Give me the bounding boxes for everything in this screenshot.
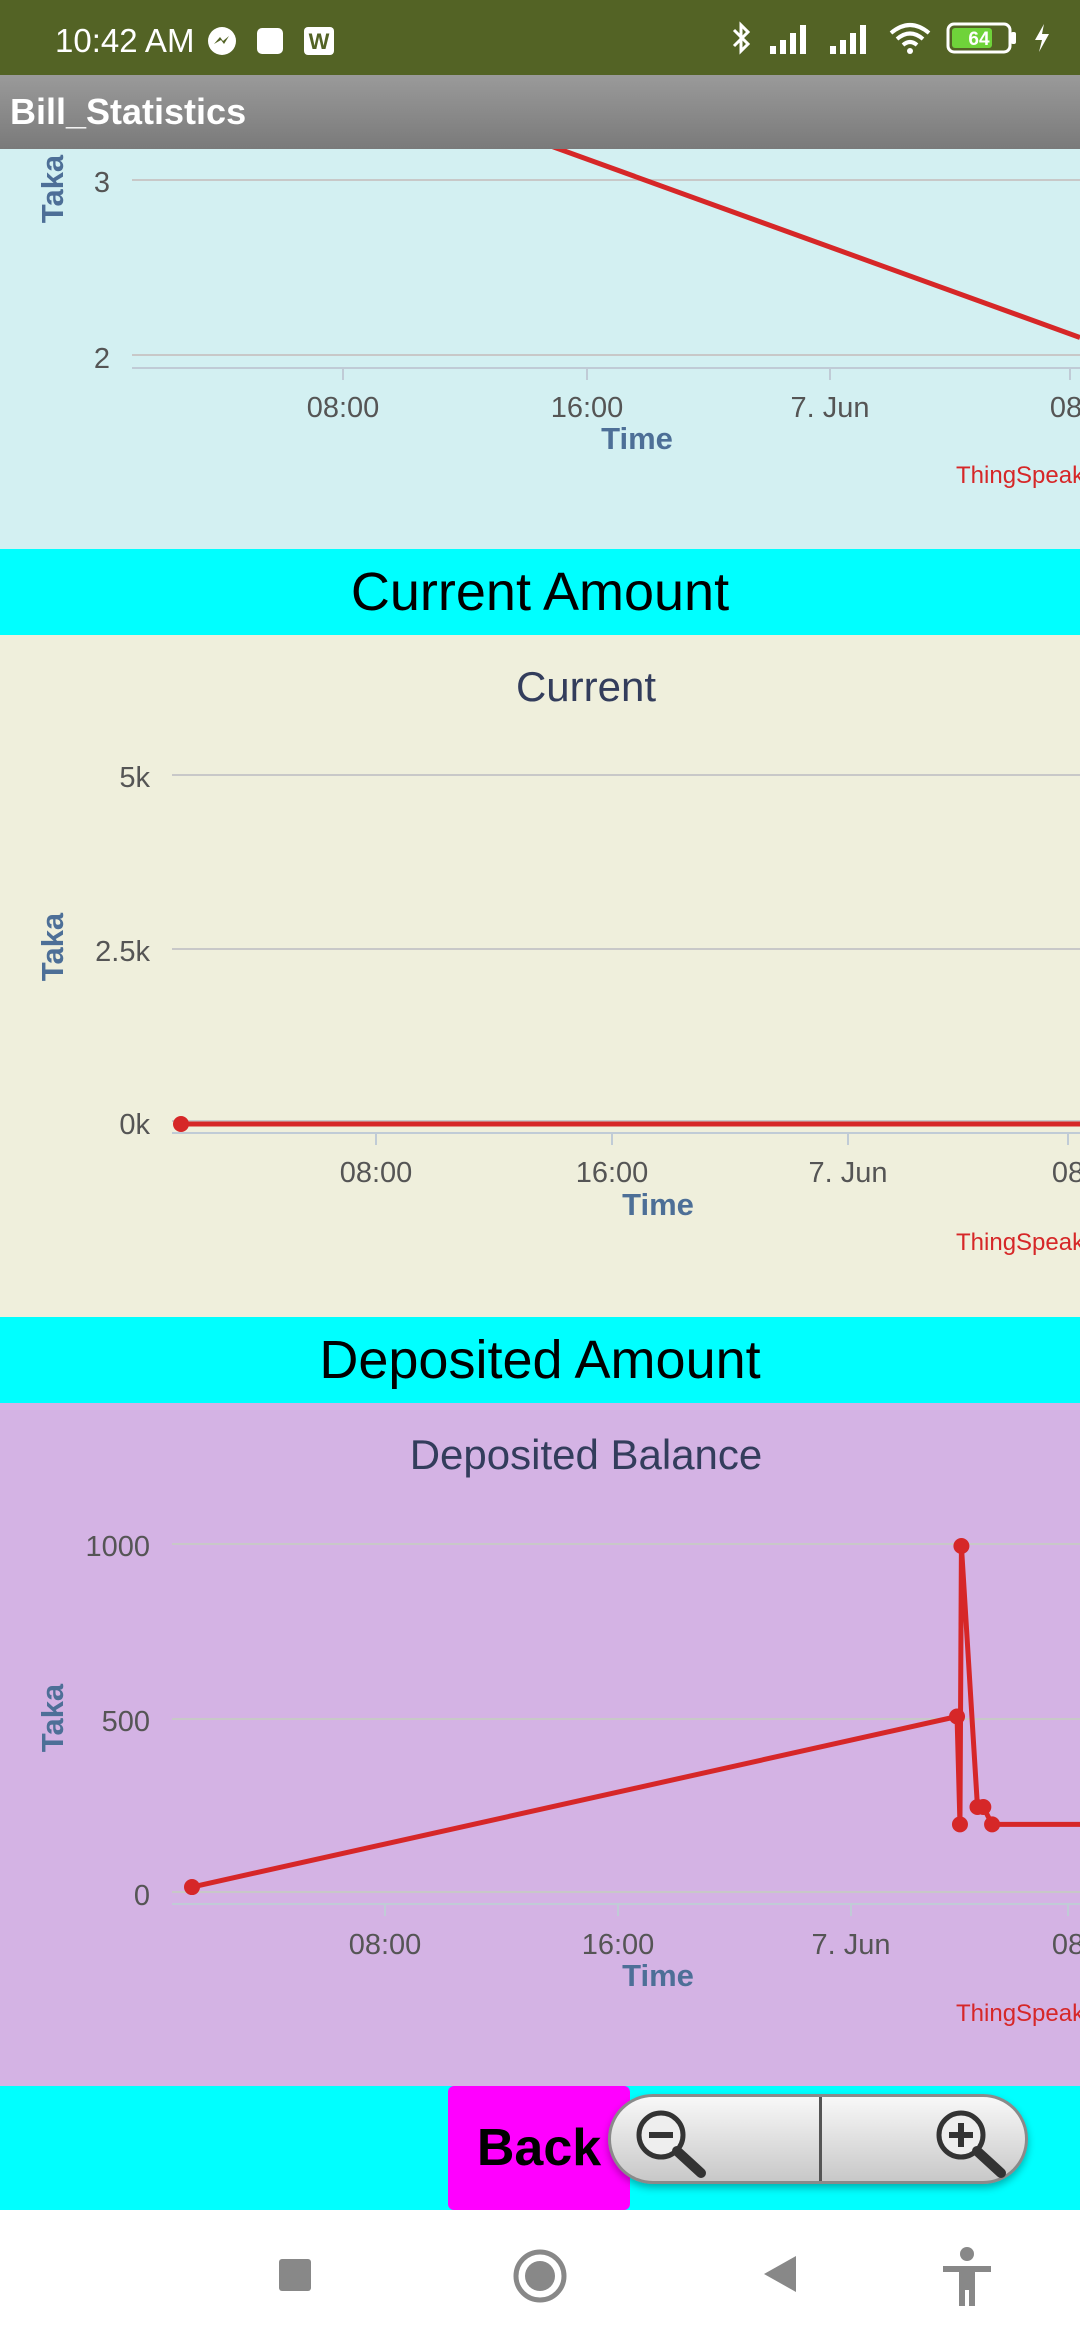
back-triangle-icon[interactable] — [762, 2254, 798, 2298]
x-axis-title: Time — [622, 1958, 694, 1993]
x-tick-label: 08: — [1050, 392, 1080, 424]
x-axis-title: Time — [601, 421, 673, 456]
current-amount-title: Current Amount — [350, 562, 730, 622]
y-axis-title: Taka — [35, 912, 70, 981]
x-tick-label: 08:00 — [307, 392, 380, 424]
status-time: 10:42 AM — [55, 22, 195, 59]
y-tick-label: 2.5k — [95, 936, 150, 968]
thingspeak-credit: ThingSpeak — [956, 1229, 1080, 1256]
x-axis-title: Time — [622, 1187, 694, 1222]
y-tick-label: 500 — [102, 1706, 150, 1738]
x-tick-label: 7. Jun — [791, 392, 870, 424]
data-point — [984, 1816, 1001, 1833]
current-chart: Current 5k 2.5k 0k 08:00 16:00 7. Jun 08 Time Tak… — [35, 663, 1080, 1256]
series-line — [551, 149, 1080, 340]
zoom-divider — [819, 2097, 822, 2181]
y-tick-label: 3 — [94, 167, 110, 199]
signal-icon — [768, 22, 814, 54]
svg-text:W: W — [309, 29, 330, 54]
x-tick-label: 7. Jun — [812, 1929, 891, 1961]
back-button[interactable]: Back — [448, 2086, 630, 2210]
app-bar: Bill_Statistics — [0, 75, 1080, 149]
recents-square-icon[interactable] — [278, 2258, 312, 2296]
data-point — [951, 1816, 968, 1833]
y-tick-label: 5k — [119, 762, 150, 794]
chart-title: Current — [516, 663, 656, 710]
y-axis-title: Taka — [35, 1683, 70, 1752]
y-tick-label: 0 — [134, 1880, 150, 1912]
deposited-chart: Deposited Balance 1000 500 0 08:00 16:00 7. Ju… — [35, 1431, 1080, 2027]
x-tick-label: 16:00 — [551, 392, 624, 424]
deposited-amount-title: Deposited Amount — [319, 1330, 761, 1390]
app-title: Bill_Statistics — [10, 91, 247, 132]
data-point — [953, 1538, 970, 1554]
top-chart: 3 2 08:00 16:00 7. Jun 08: Time Taka ThingSpeak — [35, 149, 1080, 489]
current-amount-header: Current Amount — [0, 549, 1080, 635]
accessibility-icon[interactable] — [940, 2246, 994, 2312]
top-chart-panel: 3 2 08:00 16:00 7. Jun 08: Time Taka ThingSpeak — [0, 149, 1080, 549]
signal-icon — [828, 22, 874, 54]
y-tick-label: 2 — [94, 343, 110, 375]
x-tick-label: 16:00 — [582, 1929, 655, 1961]
thingspeak-credit: ThingSpeak — [956, 2000, 1080, 2027]
home-circle-icon[interactable] — [512, 2248, 568, 2308]
data-point — [975, 1799, 992, 1815]
deposited-chart-panel: Deposited Balance 1000 500 0 08:00 16:00 7. Ju… — [0, 1403, 1080, 2086]
bluetooth-icon — [728, 20, 754, 56]
current-chart-panel: Current 5k 2.5k 0k 08:00 16:00 7. Jun 08 Time Tak… — [0, 635, 1080, 1317]
series-line — [191, 1545, 1080, 1890]
deposited-amount-header: Deposited Amount — [0, 1317, 1080, 1403]
x-tick-label: 08:00 — [349, 1929, 422, 1961]
square-notification-icon — [255, 26, 285, 56]
y-tick-label: 1000 — [85, 1531, 150, 1563]
data-point — [949, 1708, 966, 1725]
zoom-in-icon[interactable] — [929, 2105, 1011, 2183]
y-tick-label: 0k — [119, 1109, 150, 1141]
battery-icon: 64 — [946, 21, 1018, 55]
data-point — [173, 1116, 189, 1132]
battery-level: 64 — [968, 29, 990, 50]
x-tick-label: 7. Jun — [809, 1157, 888, 1189]
thingspeak-credit: ThingSpeak — [956, 462, 1080, 489]
chart-title: Deposited Balance — [410, 1431, 763, 1478]
zoom-out-icon[interactable] — [629, 2105, 711, 2183]
x-tick-label: 08:00 — [340, 1157, 413, 1189]
zoom-control — [608, 2094, 1028, 2184]
x-tick-label: 08 — [1052, 1157, 1080, 1189]
data-point — [184, 1879, 200, 1896]
w-app-icon: W — [303, 26, 335, 56]
charging-icon — [1032, 22, 1052, 54]
messenger-icon — [207, 26, 237, 56]
status-bar: 10:42 AM W 64 — [0, 0, 1080, 75]
y-axis-title: Taka — [35, 154, 70, 223]
x-tick-label: 16:00 — [576, 1157, 649, 1189]
system-nav-bar — [0, 2210, 1080, 2340]
wifi-icon — [888, 21, 932, 55]
x-tick-label: 08 — [1052, 1929, 1080, 1961]
